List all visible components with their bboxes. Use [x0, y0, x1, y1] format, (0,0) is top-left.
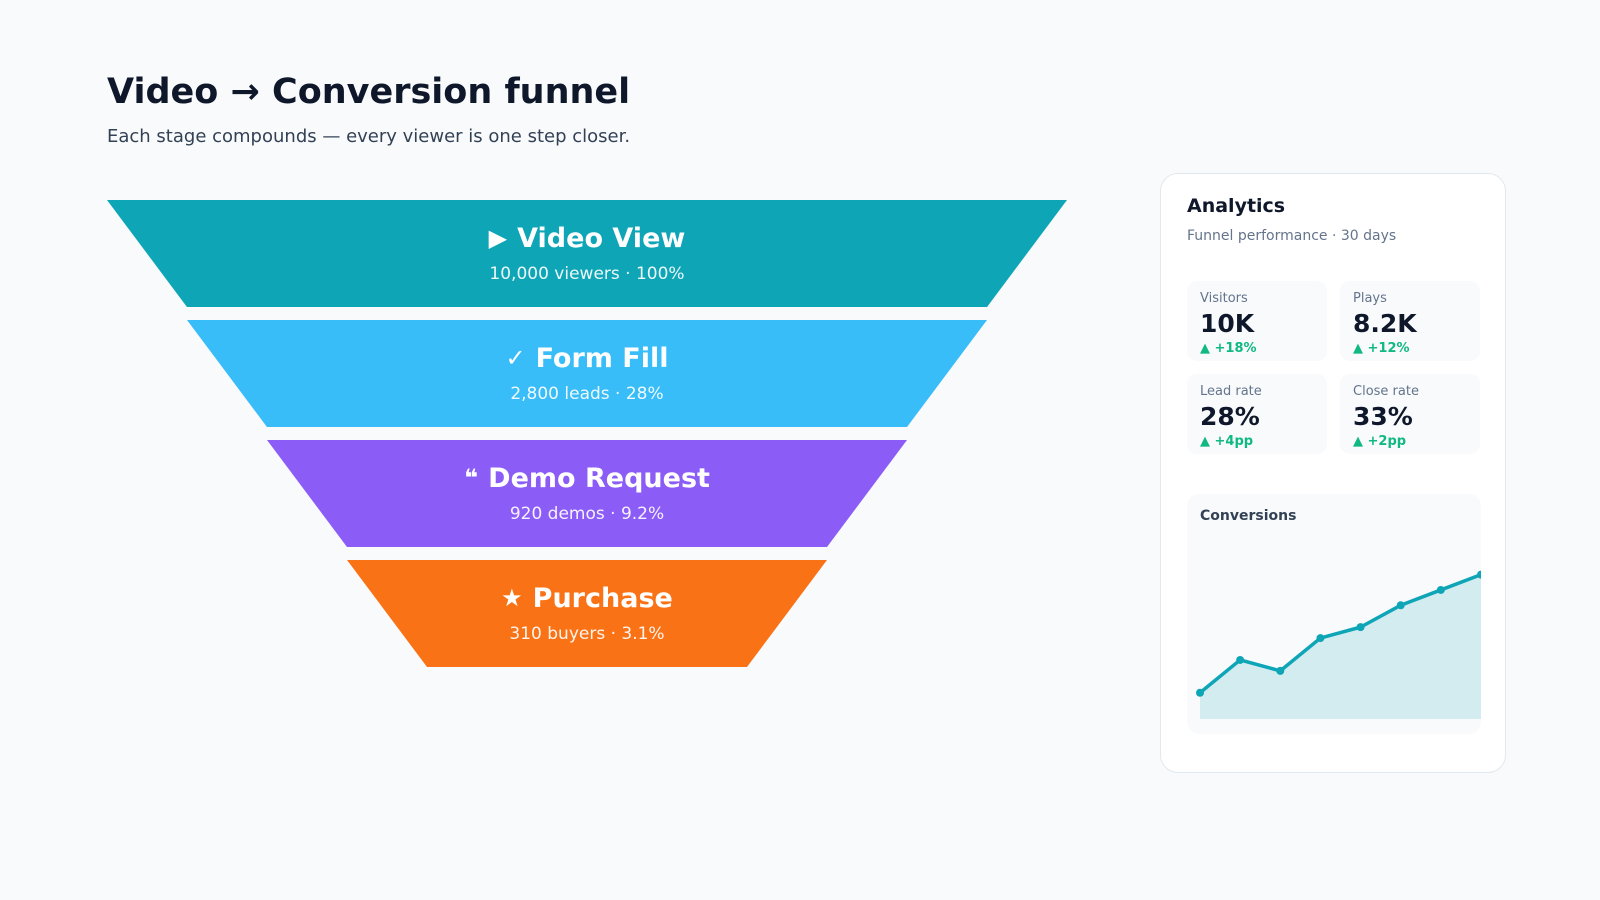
stage-heading: ✓ Form Fill [505, 345, 668, 372]
analytics-panel: Analytics Funnel performance · 30 days V… [1160, 173, 1506, 773]
conversions-point [1276, 666, 1285, 675]
star-icon: ★ [501, 584, 523, 612]
kpi-value: 33% [1353, 402, 1413, 431]
stage-heading: ★ Purchase [501, 585, 673, 612]
kpi-delta: ▲ +12% [1353, 341, 1410, 356]
check-icon: ✓ [505, 344, 526, 372]
stage-label: Purchase [532, 582, 673, 614]
conversions-chart-card: Conversions [1187, 494, 1481, 734]
kpi-label: Visitors [1200, 291, 1248, 306]
kpi-delta: ▲ +18% [1200, 341, 1257, 356]
conversions-point [1236, 655, 1245, 664]
funnel-stage-purchase[interactable]: ★ Purchase 310 buyers · 3.1% [347, 560, 827, 667]
conversion-funnel: ▶ Video View 10,000 viewers · 100% ✓ For… [0, 0, 1100, 700]
kpi-delta: ▲ +4pp [1200, 434, 1254, 449]
stage-label: Form Fill [535, 342, 669, 374]
kpi-delta: ▲ +2pp [1353, 434, 1407, 449]
stage-meta: 10,000 viewers · 100% [489, 263, 685, 284]
kpi-card-plays[interactable]: Plays 8.2K ▲ +12% [1340, 281, 1480, 361]
conversions-chart [1196, 570, 1481, 719]
kpi-value: 10K [1200, 309, 1255, 338]
funnel-stage-form-fill[interactable]: ✓ Form Fill 2,800 leads · 28% [187, 320, 987, 427]
kpi-label: Lead rate [1200, 384, 1262, 399]
conversions-point [1196, 688, 1204, 697]
kpi-card-close-rate[interactable]: Close rate 33% ▲ +2pp [1340, 374, 1480, 454]
conversions-point [1316, 634, 1325, 643]
kpi-label: Close rate [1353, 384, 1419, 399]
stage-heading: ▶ Video View [489, 225, 686, 252]
kpi-label: Plays [1353, 291, 1387, 306]
conversions-point [1396, 601, 1405, 610]
analytics-title: Analytics [1187, 195, 1286, 217]
kpi-value: 28% [1200, 402, 1260, 431]
chart-title: Conversions [1200, 508, 1297, 524]
funnel-stage-demo-request[interactable]: ❝ Demo Request 920 demos · 9.2% [267, 440, 907, 547]
stage-heading: ❝ Demo Request [464, 465, 710, 492]
play-icon: ▶ [488, 224, 508, 252]
kpi-card-visitors[interactable]: Visitors 10K ▲ +18% [1187, 281, 1327, 361]
stage-label: Video View [517, 222, 686, 254]
kpi-card-lead-rate[interactable]: Lead rate 28% ▲ +4pp [1187, 374, 1327, 454]
conversions-point [1356, 623, 1365, 632]
stage-meta: 2,800 leads · 28% [510, 383, 664, 404]
conversions-area [1200, 574, 1481, 719]
quote-icon: ❝ [464, 464, 479, 492]
kpi-value: 8.2K [1353, 309, 1417, 338]
analytics-subtitle: Funnel performance · 30 days [1187, 228, 1397, 244]
conversions-point [1436, 585, 1445, 594]
stage-meta: 310 buyers · 3.1% [509, 623, 665, 644]
funnel-stage-video-view[interactable]: ▶ Video View 10,000 viewers · 100% [107, 200, 1067, 307]
stage-label: Demo Request [488, 462, 710, 494]
stage-meta: 920 demos · 9.2% [509, 503, 665, 524]
